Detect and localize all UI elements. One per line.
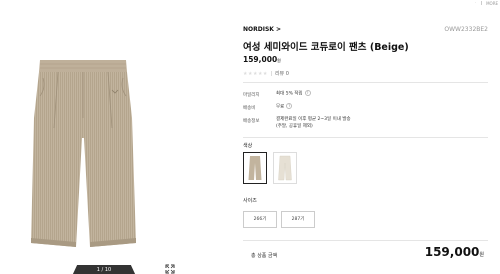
star-rating-icon: ★★★★★ [243,70,268,77]
shipping-info-line1: 결제완료일 이후 평균 2~3일 이내 발송 [276,117,351,122]
brand-link[interactable]: NORDISK > [243,26,281,33]
size-option-287[interactable]: 287기 [281,211,315,228]
image-pager: 1 / 10 [72,265,136,274]
swatch-thumbnail [248,156,262,180]
detail-value-mileage: 최대 5% 적립? [276,90,311,98]
detail-value-shipping-fee: 무료? [276,103,293,111]
help-icon[interactable]: ? [286,103,293,109]
total-price-value: 159,000 [424,245,480,259]
divider [243,137,488,138]
product-title: 여성 세미와이드 코듀로이 팬츠 (Beige) [243,42,409,53]
color-swatch-ivory[interactable] [273,152,297,184]
detail-label-shipping-info: 배송정보 [243,119,260,124]
color-label: 색상 [243,143,253,149]
product-info-panel: NORDISK > OWW2332BE2 여성 세미와이드 코듀로이 팬츠 (B… [243,0,488,274]
product-gallery: 1 / 10 [0,10,232,274]
pager-count: 1 / 10 [96,267,112,273]
total-price-unit: 원 [479,252,484,258]
divider [243,82,488,83]
help-icon[interactable]: ? [304,90,311,96]
detail-label-mileage: 마일리지 [243,93,260,98]
size-option-266[interactable]: 266기 [243,211,277,228]
mileage-value: 최대 5% 적립 [276,91,303,97]
swatch-thumbnail [278,155,292,181]
zoom-icon[interactable] [165,264,175,274]
shipping-fee-value: 무료 [276,104,285,110]
total-label: 총 상품 금액 [251,253,278,259]
price-unit: 원 [277,58,281,63]
divider [270,71,272,76]
detail-value-shipping-info: 결제완료일 이후 평균 2~3일 이내 발송 (주말, 공휴일 제외) [276,116,351,130]
price-value: 159,000 [243,55,278,64]
size-label: 사이즈 [243,198,257,204]
detail-label-shipping-fee: 배송비 [243,106,256,111]
rating-row: ★★★★★ 리뷰 0 [243,70,289,78]
divider [243,240,488,241]
product-price: 159,000원 [243,55,281,64]
review-count[interactable]: 리뷰 0 [275,70,289,77]
shipping-info-line2: (주말, 공휴일 제외) [276,124,313,129]
color-swatch-beige[interactable] [243,152,267,184]
total-price: 159,000원 [425,245,484,259]
product-code: OWW2332BE2 [444,26,488,33]
product-image [31,60,136,247]
